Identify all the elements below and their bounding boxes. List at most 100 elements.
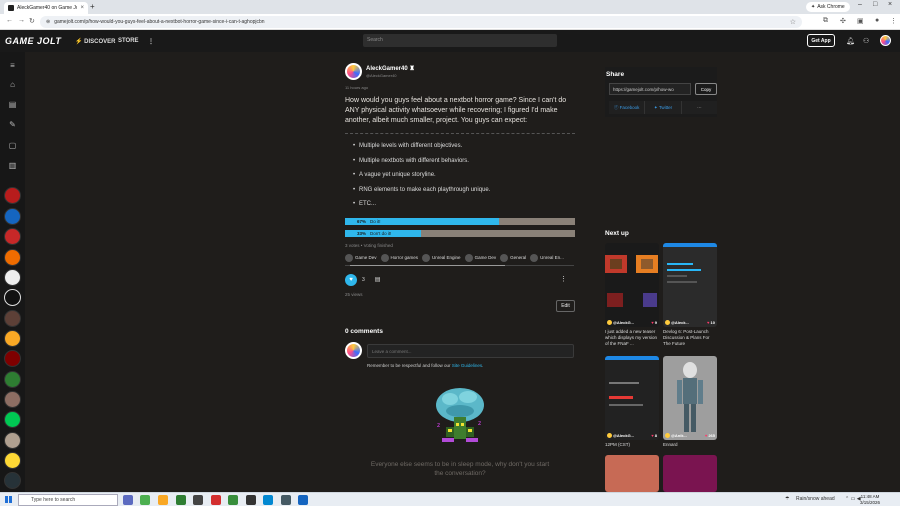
card-thumbnail[interactable]: @Aleck... ♥10: [663, 243, 717, 327]
sidebar-home-icon[interactable]: ⌂: [6, 78, 19, 91]
community-avatar[interactable]: [4, 208, 21, 225]
app-icon[interactable]: [298, 495, 308, 505]
more-menu-icon[interactable]: ⋮: [148, 38, 154, 45]
sidepanel-icon[interactable]: ▣: [857, 17, 864, 25]
edge-icon[interactable]: [263, 495, 273, 505]
next-up-card[interactable]: @Anik... ♥265 Ennard: [663, 356, 717, 448]
community-avatar[interactable]: [4, 289, 21, 306]
nav-store[interactable]: STORE: [118, 38, 139, 44]
forward-icon[interactable]: →: [18, 17, 25, 24]
card-thumbnail[interactable]: @AleckG... ♥8: [605, 356, 659, 440]
minimize-icon[interactable]: –: [858, 1, 862, 8]
card-caption[interactable]: Devlog 6: Post-Launch Discussion & Plans…: [663, 329, 717, 347]
site-search-input[interactable]: Search: [363, 34, 557, 47]
card-thumbnail[interactable]: @Anik... ♥265: [663, 356, 717, 440]
tag-chip[interactable]: Horror games: [380, 253, 418, 262]
user-avatar[interactable]: [880, 35, 891, 46]
taskbar-search-input[interactable]: Type here to search: [18, 494, 118, 506]
menu-dots-icon[interactable]: ⋮: [890, 17, 897, 25]
edit-button[interactable]: Edit: [556, 300, 575, 312]
reload-icon[interactable]: ↻: [29, 17, 35, 25]
next-up-card[interactable]: @Aleck... ♥10 Devlog 6: Post-Launch Discu…: [663, 243, 717, 347]
puzzle-icon[interactable]: ✣: [840, 17, 846, 25]
chrome-icon[interactable]: [140, 495, 150, 505]
sidebar-chat-icon[interactable]: ▢: [6, 139, 19, 152]
notifications-bell-icon[interactable]: 🔔︎: [846, 37, 855, 45]
get-app-button[interactable]: Get App: [807, 34, 835, 47]
weather-text[interactable]: Rain/snow ahead: [796, 496, 835, 502]
file-explorer-icon[interactable]: [158, 495, 168, 505]
gamejolt-logo[interactable]: GAME JOLT: [5, 36, 61, 46]
xbox-icon[interactable]: [228, 495, 238, 505]
site-info-icon[interactable]: ⊜: [46, 19, 50, 25]
tag-chip[interactable]: Game Dev: [345, 253, 377, 262]
post-author[interactable]: AleckGamer40 ♜ @AleckGamer40: [345, 60, 575, 82]
community-avatar[interactable]: [4, 411, 21, 428]
card-caption[interactable]: Ennard: [663, 442, 717, 448]
scroll-thumb[interactable]: [350, 264, 505, 266]
tag-chip[interactable]: Game Dev: [464, 253, 496, 262]
tag-chip[interactable]: Unreal Engine: [422, 253, 461, 262]
nav-discover[interactable]: ⚡ DISCOVER: [75, 38, 115, 45]
copy-button[interactable]: Copy: [695, 83, 717, 95]
next-up-card[interactable]: @AleckG... ♥9 I just added a new teaser w…: [605, 243, 659, 347]
sidebar-controller-icon[interactable]: ✎: [6, 118, 19, 131]
profile-icon[interactable]: ●: [875, 17, 879, 24]
task-view-icon[interactable]: [123, 495, 133, 505]
twitter-share-button[interactable]: ✦ Twitter: [645, 101, 682, 114]
card-thumbnail[interactable]: @AleckG... ♥9: [605, 243, 659, 327]
windows-start-icon[interactable]: [5, 496, 12, 503]
app-icon[interactable]: [176, 495, 186, 505]
tag-chip[interactable]: Unreal En...: [530, 253, 564, 262]
author-name[interactable]: AleckGamer40: [366, 66, 408, 72]
weather-icon[interactable]: ☂: [785, 496, 789, 502]
back-icon[interactable]: ←: [6, 17, 13, 24]
address-bar[interactable]: ⊜ gamejolt.com/p/how-would-you-guys-feel…: [40, 16, 802, 28]
comment-icon[interactable]: ▤: [375, 276, 381, 283]
app-icon[interactable]: [281, 495, 291, 505]
tag-chip[interactable]: General: [500, 253, 526, 262]
sidebar-menu-icon[interactable]: ≡: [6, 59, 19, 72]
post-more-icon[interactable]: ⋮: [560, 275, 567, 283]
sidebar-realm-icon[interactable]: ▥: [6, 159, 19, 172]
community-avatar[interactable]: [4, 350, 21, 367]
community-avatar[interactable]: [4, 452, 21, 469]
comment-input[interactable]: Leave a comment...: [367, 344, 574, 358]
community-avatar[interactable]: [4, 472, 21, 489]
next-up-card[interactable]: [605, 455, 659, 492]
new-tab-button[interactable]: +: [90, 2, 95, 11]
community-avatar[interactable]: [4, 330, 21, 347]
community-avatar[interactable]: [4, 432, 21, 449]
community-avatar[interactable]: [4, 310, 21, 327]
card-caption[interactable]: I just added a new teaser which displays…: [605, 329, 659, 347]
community-avatar[interactable]: [4, 249, 21, 266]
maximize-icon[interactable]: □: [873, 1, 877, 8]
app-icon[interactable]: [211, 495, 221, 505]
sidebar-library-icon[interactable]: ▤: [6, 98, 19, 111]
share-url-field[interactable]: https://gamejolt.com/p/how-wo: [609, 83, 691, 95]
bookmark-star-icon[interactable]: ☆: [790, 18, 796, 26]
next-up-card[interactable]: @AleckG... ♥8 12PM (CST): [605, 356, 659, 448]
card-thumbnail[interactable]: [605, 455, 659, 492]
ask-chrome-button[interactable]: ✦ Ask Chrome: [806, 2, 850, 12]
community-avatar[interactable]: [4, 371, 21, 388]
tag-scrollbar[interactable]: [345, 264, 574, 266]
tray-icons[interactable]: ⌃ ▭ ◀: [845, 496, 861, 502]
friends-icon[interactable]: ⚇: [863, 37, 869, 45]
like-heart-icon[interactable]: ♥: [345, 273, 357, 286]
site-guidelines-link[interactable]: Site Guidelines: [452, 363, 482, 368]
taskbar-clock[interactable]: 11:48 AM 3/15/2026: [860, 494, 880, 506]
community-avatar[interactable]: [4, 391, 21, 408]
next-up-card[interactable]: [663, 455, 717, 492]
app-icon[interactable]: [193, 495, 203, 505]
browser-tab[interactable]: AleckGamer40 on Game Jolt ×: [4, 2, 88, 14]
card-caption[interactable]: 12PM (CST): [605, 442, 659, 448]
close-tab-icon[interactable]: ×: [80, 5, 84, 11]
card-thumbnail[interactable]: [663, 455, 717, 492]
author-avatar[interactable]: [345, 62, 362, 80]
community-avatar[interactable]: [4, 187, 21, 204]
facebook-share-button[interactable]: ⓕ Facebook: [609, 101, 646, 114]
community-avatar[interactable]: [4, 228, 21, 245]
more-share-button[interactable]: ⋯: [681, 101, 717, 114]
extensions-icon[interactable]: ⧉: [823, 17, 828, 25]
